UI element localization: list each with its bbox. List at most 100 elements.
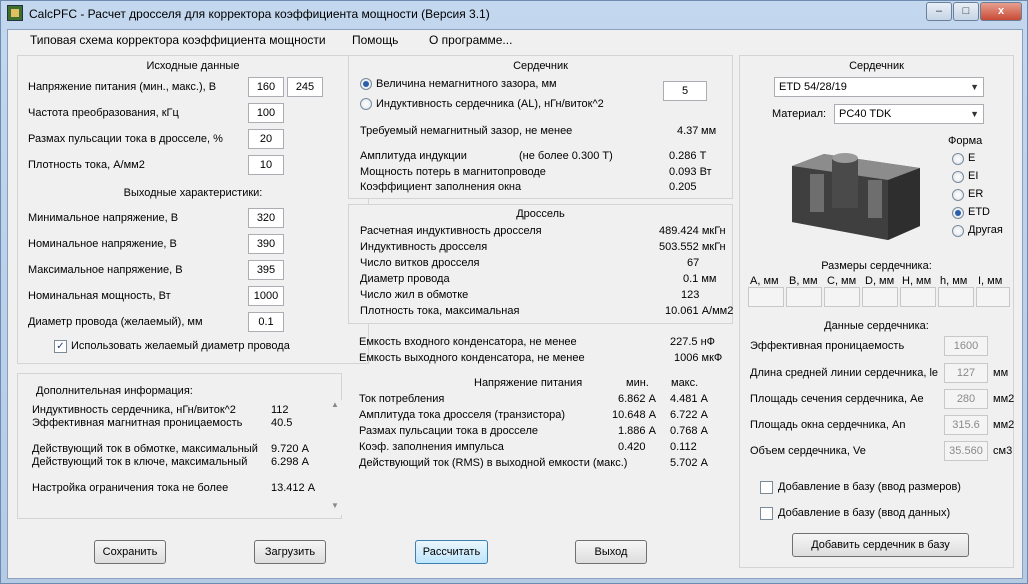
shape-label: ER bbox=[968, 188, 984, 200]
cap-out-label: Емкость выходного конденсатора, не менее bbox=[359, 352, 585, 364]
extra-row-value: 112 bbox=[271, 404, 289, 416]
amp-value: 0.286 Т bbox=[669, 150, 707, 162]
choke-row-value: 10.061 А/мм2 bbox=[665, 305, 734, 317]
load-button[interactable]: Загрузить bbox=[254, 540, 326, 564]
output-section-title: Выходные характеристики: bbox=[123, 187, 263, 199]
loss-value: 0.093 Вт bbox=[669, 166, 712, 178]
dim-d-input[interactable] bbox=[862, 287, 898, 307]
close-button[interactable]: x bbox=[980, 2, 1022, 21]
extra-row-label: Индуктивность сердечника, нГн/виток^2 bbox=[32, 404, 236, 416]
perm-field: 1600 bbox=[944, 336, 988, 356]
vmax-input[interactable]: 395 bbox=[248, 260, 284, 280]
choke-title: Дроссель bbox=[516, 208, 565, 220]
core-image bbox=[792, 153, 920, 240]
voltage-min-input[interactable]: 160 bbox=[248, 77, 284, 97]
extra-row-label: Настройка ограничения тока не более bbox=[32, 482, 229, 494]
supply-row-min: 1.886 А bbox=[618, 425, 656, 437]
maximize-button[interactable]: □ bbox=[953, 2, 979, 21]
le-unit: мм bbox=[993, 367, 1009, 379]
minimize-button[interactable]: – bbox=[926, 2, 952, 21]
core-select-title: Сердечник bbox=[849, 60, 904, 72]
supply-row-min: 0.420 bbox=[618, 441, 646, 453]
client-area: Типовая схема корректора коэффициента мо… bbox=[7, 29, 1023, 579]
dim-header: H, мм bbox=[902, 275, 932, 287]
core-data-title: Данные сердечника: bbox=[824, 320, 929, 332]
supply-row-max: 6.722 А bbox=[670, 409, 708, 421]
col-min-header: мин. bbox=[626, 377, 649, 389]
choke-row-label: Число витков дросселя bbox=[360, 257, 480, 269]
supply-row-label: Ток потребления bbox=[359, 393, 445, 405]
dim-h-input[interactable] bbox=[900, 287, 936, 307]
shape-radio-er[interactable] bbox=[952, 189, 964, 201]
scroll-up-icon[interactable]: ▲ bbox=[328, 400, 342, 414]
shape-label: EI bbox=[968, 170, 979, 182]
ae-field: 280 bbox=[944, 389, 988, 409]
ripple-input[interactable]: 20 bbox=[248, 129, 284, 149]
vnom-input[interactable]: 390 bbox=[248, 234, 284, 254]
extra-row-value: 13.412 А bbox=[271, 482, 316, 494]
an-label: Площадь окна сердечника, An bbox=[750, 419, 906, 431]
ve-label: Объем сердечника, Ve bbox=[750, 445, 866, 457]
choke-row-value: 123 bbox=[681, 289, 700, 301]
material-combo[interactable]: PC40 TDK ▼ bbox=[834, 104, 984, 124]
shape-radio-other[interactable] bbox=[952, 225, 964, 237]
choke-row-label: Индуктивность дросселя bbox=[360, 241, 488, 253]
supply-row-min: 10.648 А bbox=[612, 409, 657, 421]
chevron-down-icon: ▼ bbox=[970, 82, 979, 92]
menu-item-schematic[interactable]: Типовая схема корректора коэффициента мо… bbox=[30, 33, 326, 47]
extra-row-value: 40.5 bbox=[271, 417, 293, 429]
ae-label: Площадь сечения сердечника, Ae bbox=[750, 393, 924, 405]
choke-row-value: 67 bbox=[687, 257, 700, 269]
scroll-down-icon[interactable]: ▼ bbox=[328, 501, 342, 515]
gap-input[interactable]: 5 bbox=[663, 81, 707, 101]
al-radio[interactable] bbox=[360, 98, 372, 110]
density-input[interactable]: 10 bbox=[248, 155, 284, 175]
extra-info-panel: Дополнительная информация: Индуктивность… bbox=[17, 373, 342, 519]
gap-radio[interactable] bbox=[360, 78, 372, 90]
add-core-button[interactable]: Добавить сердечник в базу bbox=[792, 533, 969, 557]
dim-a-input[interactable] bbox=[748, 287, 784, 307]
menu-item-help[interactable]: Помощь bbox=[352, 33, 398, 47]
wire-input[interactable]: 0.1 bbox=[248, 312, 284, 332]
wire-label: Диаметр провода (желаемый), мм bbox=[28, 316, 203, 328]
shape-radio-ei[interactable] bbox=[952, 171, 964, 183]
dims-title: Размеры сердечника: bbox=[821, 260, 932, 272]
extra-row-value: 9.720 А bbox=[271, 443, 309, 455]
supply-row-label: Амплитуда тока дросселя (транзистора) bbox=[359, 409, 566, 421]
frequency-input[interactable]: 100 bbox=[248, 103, 284, 123]
shape-radio-etd[interactable] bbox=[952, 207, 964, 219]
supply-row-min: 6.862 А bbox=[618, 393, 656, 405]
dim-c-input[interactable] bbox=[824, 287, 860, 307]
dim-header: I, мм bbox=[978, 275, 1003, 287]
calculate-button[interactable]: Рассчитать bbox=[415, 540, 488, 564]
frequency-label: Частота преобразования, кГц bbox=[28, 107, 179, 119]
power-input[interactable]: 1000 bbox=[248, 286, 284, 306]
use-wire-checkbox[interactable]: ✓ bbox=[54, 340, 67, 353]
core-calc-panel: Сердечник Величина немагнитного зазора, … bbox=[348, 55, 733, 199]
dim-b-input[interactable] bbox=[786, 287, 822, 307]
fill-label: Коэффициент заполнения окна bbox=[360, 181, 522, 193]
exit-button[interactable]: Выход bbox=[575, 540, 647, 564]
an-unit: мм2 bbox=[993, 419, 1015, 431]
save-button[interactable]: Сохранить bbox=[94, 540, 166, 564]
col-max-header: макс. bbox=[671, 377, 699, 389]
dim-i-input[interactable] bbox=[976, 287, 1010, 307]
req-gap-unit: мм bbox=[701, 125, 717, 137]
core-combo[interactable]: ETD 54/28/19 ▼ bbox=[774, 77, 984, 97]
add-dims-checkbox[interactable] bbox=[760, 481, 773, 494]
voltage-max-input[interactable]: 245 bbox=[287, 77, 323, 97]
fill-value: 0.205 bbox=[669, 181, 697, 193]
menu-item-about[interactable]: О программе... bbox=[429, 33, 512, 47]
add-data-checkbox[interactable] bbox=[760, 507, 773, 520]
vmin-input[interactable]: 320 bbox=[248, 208, 284, 228]
shape-radio-e[interactable] bbox=[952, 153, 964, 165]
voltage-label: Напряжение питания (мин., макс.), В bbox=[28, 81, 217, 93]
ripple-label: Размах пульсации тока в дросселе, % bbox=[28, 133, 223, 145]
add-data-label: Добавление в базу (ввод данных) bbox=[778, 507, 951, 519]
extra-info-scrollbar[interactable]: ▲ ▼ bbox=[328, 400, 342, 515]
extra-row-label: Действующий ток в ключе, максимальный bbox=[32, 456, 248, 468]
dim-h2-input[interactable] bbox=[938, 287, 974, 307]
input-panel: Исходные данные Напряжение питания (мин.… bbox=[17, 55, 369, 364]
title-bar: CalcPFC - Расчет дросселя для корректора… bbox=[1, 1, 1027, 28]
amp-label: Амплитуда индукции bbox=[360, 150, 467, 162]
